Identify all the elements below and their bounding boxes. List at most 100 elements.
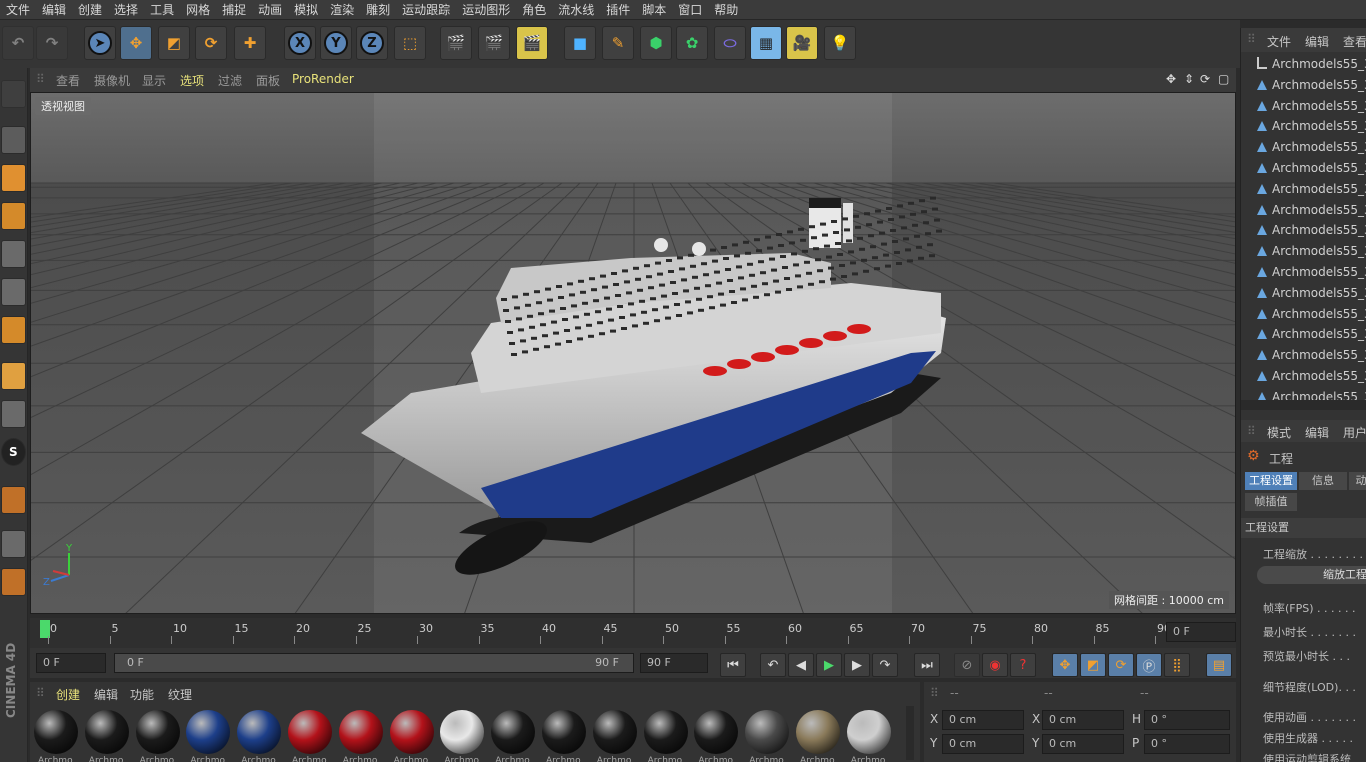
material-swatch[interactable] (34, 710, 78, 754)
vp-menu-display[interactable]: 显示 (142, 72, 166, 89)
frame-range-slider[interactable]: 0 F 90 F (114, 653, 634, 673)
material-swatch[interactable] (237, 710, 282, 754)
vp-menu-prorender[interactable]: ProRender (292, 72, 354, 86)
menu-item[interactable]: 编辑 (36, 0, 72, 20)
material-swatch[interactable] (643, 710, 688, 754)
prev-frame-button[interactable]: ◀ (788, 653, 814, 677)
camera-button[interactable]: 🎥 (786, 26, 818, 60)
attr-menu-user[interactable]: 用户 (1343, 424, 1366, 441)
menu-item[interactable]: 窗口 (672, 0, 708, 20)
next-frame-button[interactable]: ▶ (844, 653, 870, 677)
key-scale-button[interactable]: ◩ (1080, 653, 1106, 677)
timeline-window-button[interactable]: ▤ (1206, 653, 1232, 677)
prev-key-button[interactable]: ↶ (760, 653, 786, 677)
axis-mode-button[interactable] (1, 362, 26, 390)
redo-button[interactable]: ↷ (36, 26, 68, 60)
current-frame-field[interactable]: 0 F (1166, 622, 1236, 642)
material-swatch[interactable] (440, 710, 485, 754)
render-picture-viewer-button[interactable]: 🎬 (478, 26, 510, 60)
menu-item[interactable]: 运动图形 (456, 0, 516, 20)
menu-item[interactable]: 模拟 (288, 0, 324, 20)
undo-button[interactable]: ↶ (2, 26, 34, 60)
object-list-item[interactable]: Archmodels55_3 (1257, 54, 1366, 74)
object-list-item[interactable]: Archmodels55_3 (1257, 116, 1366, 136)
vp-menu-filter[interactable]: 过滤 (218, 72, 242, 89)
perspective-viewport[interactable]: 透视视图 Y Z 网格间距 : 10000 cm (30, 92, 1236, 614)
goto-end-button[interactable]: ⏭ (914, 653, 940, 677)
menu-item[interactable]: 运动跟踪 (396, 0, 456, 20)
edges-mode-button[interactable] (1, 278, 26, 306)
select-tool-button[interactable]: ➤ (84, 26, 116, 60)
object-list-item[interactable]: Archmodels55_3 (1257, 262, 1366, 282)
material-swatch[interactable] (338, 710, 383, 754)
live-select-button[interactable]: ✚ (234, 26, 266, 60)
grid-snap-button[interactable] (1, 568, 26, 596)
menu-item[interactable]: 角色 (516, 0, 552, 20)
material-swatch[interactable] (84, 710, 129, 754)
object-list-item[interactable]: Archmodels55_3 (1257, 220, 1366, 240)
object-list-item[interactable]: Archmodels55_3 (1257, 137, 1366, 157)
menu-item[interactable]: 选择 (108, 0, 144, 20)
mat-menu-texture[interactable]: 纹理 (168, 686, 192, 703)
material-swatch[interactable] (745, 710, 790, 754)
x-axis-button[interactable]: X (284, 26, 316, 60)
rotation-h-field[interactable]: 0 ° (1144, 710, 1230, 730)
start-frame-field[interactable]: 0 F (36, 653, 106, 673)
menu-item[interactable]: 流水线 (552, 0, 600, 20)
rotate-tool-button[interactable]: ⟳ (195, 26, 227, 60)
points-mode-button[interactable] (1, 240, 26, 268)
menu-item[interactable]: 网格 (180, 0, 216, 20)
material-swatch[interactable] (135, 710, 180, 754)
tab-info[interactable]: 信息 (1299, 472, 1347, 490)
vp-menu-panel[interactable]: 面板 (256, 72, 280, 89)
mat-menu-create[interactable]: 创建 (56, 686, 80, 703)
object-list-item[interactable]: Archmodels55_3 (1257, 283, 1366, 303)
menu-item[interactable]: 插件 (600, 0, 636, 20)
size-y-field[interactable]: 0 cm (1042, 734, 1124, 754)
tab-dynamics[interactable]: 动 (1349, 472, 1366, 490)
play-button[interactable]: ▶ (816, 653, 842, 677)
key-param-button[interactable]: Ⓟ (1136, 653, 1162, 677)
material-swatch[interactable] (186, 710, 231, 754)
magnet-button[interactable] (1, 486, 26, 514)
tab-interpolation[interactable]: 帧插值 (1245, 493, 1297, 511)
material-swatch[interactable] (846, 710, 891, 754)
menu-item[interactable]: 文件 (0, 0, 36, 20)
menu-item[interactable]: 雕刻 (360, 0, 396, 20)
dolly-icon[interactable]: ⇕ (1184, 72, 1194, 86)
record-key-button[interactable]: ⊘ (954, 653, 980, 677)
object-list-item[interactable]: Archmodels55_3 (1257, 200, 1366, 220)
orbit-icon[interactable]: ⟳ (1200, 72, 1210, 86)
object-list-item[interactable]: Archmodels55_3 (1257, 158, 1366, 178)
key-rotation-button[interactable]: ⟳ (1108, 653, 1134, 677)
keyframe-selection-button[interactable]: ? (1010, 653, 1036, 677)
object-list-item[interactable]: Archmodels55_3 (1257, 387, 1366, 400)
cube-object-button[interactable]: ■ (564, 26, 596, 60)
pen-tool-button[interactable]: ✎ (602, 26, 634, 60)
object-list-item[interactable]: Archmodels55_3 (1257, 96, 1366, 116)
vp-menu-options[interactable]: 选项 (180, 72, 204, 89)
menu-item[interactable]: 帮助 (708, 0, 744, 20)
scale-project-button[interactable]: 缩放工程 (1257, 566, 1366, 584)
autokey-button[interactable]: ◉ (982, 653, 1008, 677)
object-list-item[interactable]: Archmodels55_3 (1257, 75, 1366, 95)
scale-tool-button[interactable]: ◩ (158, 26, 190, 60)
floor-button[interactable]: ▦ (750, 26, 782, 60)
position-x-field[interactable]: 0 cm (942, 710, 1024, 730)
object-list-item[interactable]: Archmodels55_3 (1257, 179, 1366, 199)
menu-item[interactable]: 创建 (72, 0, 108, 20)
menu-item[interactable]: 捕捉 (216, 0, 252, 20)
end-frame-field[interactable]: 90 F (640, 653, 708, 673)
object-list-item[interactable]: Archmodels55_3 (1257, 324, 1366, 344)
material-swatch[interactable] (592, 710, 637, 754)
menu-item[interactable]: 渲染 (324, 0, 360, 20)
obj-menu-file[interactable]: 文件 (1267, 33, 1291, 50)
object-list-item[interactable]: Archmodels55_3 (1257, 241, 1366, 261)
object-list-item[interactable]: Archmodels55_3 (1257, 304, 1366, 324)
vp-menu-view[interactable]: 查看 (56, 72, 80, 89)
material-swatch[interactable] (796, 710, 840, 754)
rotation-p-field[interactable]: 0 ° (1144, 734, 1230, 754)
vp-menu-camera[interactable]: 摄像机 (94, 72, 130, 89)
workplane-lock-button[interactable] (1, 530, 26, 558)
menu-item[interactable]: 动画 (252, 0, 288, 20)
